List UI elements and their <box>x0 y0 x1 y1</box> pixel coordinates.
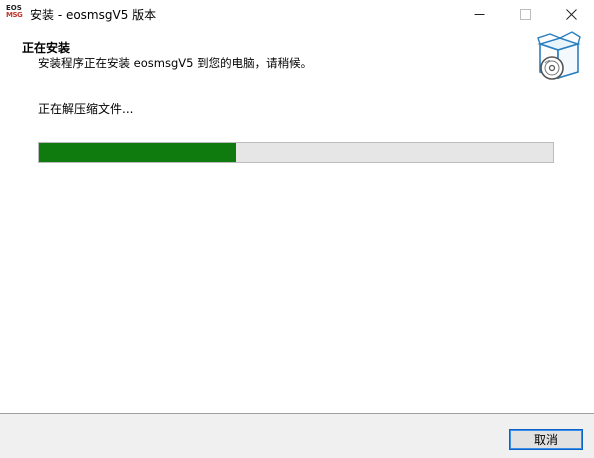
minimize-button[interactable] <box>456 0 502 28</box>
title-bar: EOS MSG 安装 - eosmsgV5 版本 <box>0 0 594 28</box>
maximize-icon <box>519 8 531 20</box>
status-text: 正在解压缩文件... <box>38 102 134 116</box>
close-button[interactable] <box>548 0 594 28</box>
header-band: 正在安装 安装程序正在安装 eosmsgV5 到您的电脑，请稍候。 <box>0 28 594 88</box>
app-logo-line2: MSG <box>6 11 23 19</box>
cancel-button[interactable]: 取消 <box>509 429 583 450</box>
window-title: 安装 - eosmsgV5 版本 <box>30 8 157 22</box>
app-logo-icon: EOS MSG <box>6 5 23 22</box>
progress-fill <box>39 143 236 162</box>
install-box-icon <box>537 31 581 80</box>
page-title: 正在安装 <box>22 41 71 55</box>
page-subtitle: 安装程序正在安装 eosmsgV5 到您的电脑，请稍候。 <box>38 56 313 70</box>
footer-bar: 取消 <box>0 413 594 458</box>
install-progress-bar <box>38 142 554 163</box>
main-content: 正在解压缩文件... <box>0 88 594 413</box>
maximize-button[interactable] <box>502 0 548 28</box>
minimize-icon <box>474 13 484 15</box>
close-icon <box>565 8 577 20</box>
